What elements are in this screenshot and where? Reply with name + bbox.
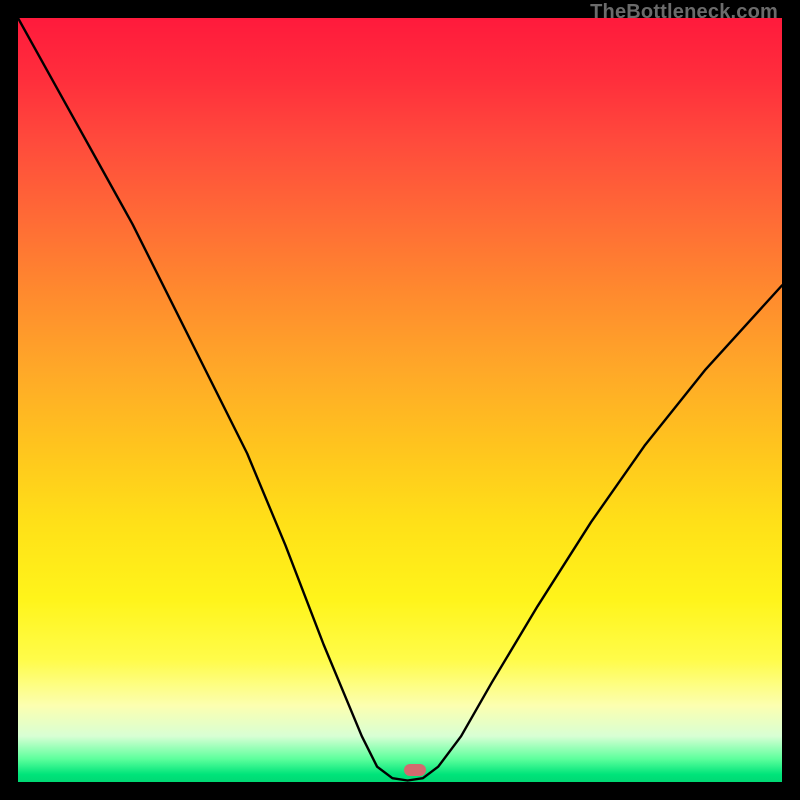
chart-frame: TheBottleneck.com [0,0,800,800]
plot-area [18,18,782,782]
bottleneck-curve [18,18,782,782]
current-config-marker [404,764,426,776]
